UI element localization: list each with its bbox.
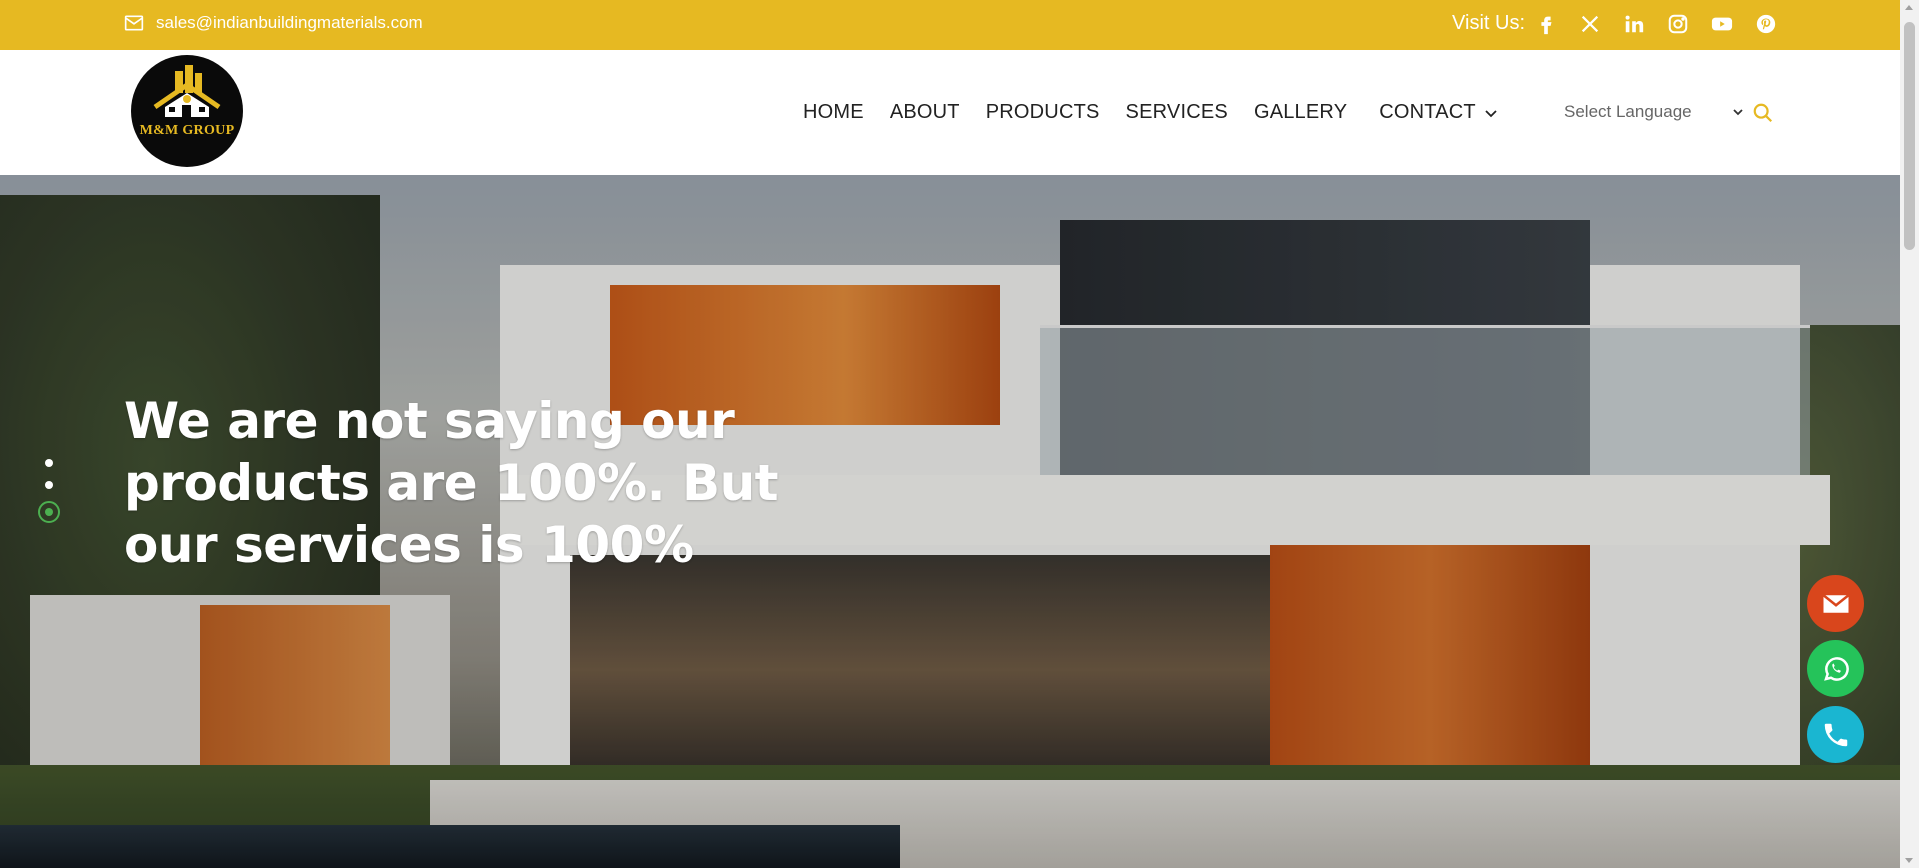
x-twitter-icon[interactable]: [1579, 12, 1601, 36]
floating-mail-button[interactable]: [1807, 575, 1864, 632]
slider-dot-2[interactable]: [45, 481, 53, 489]
nav-about[interactable]: ABOUT: [890, 101, 960, 124]
facebook-icon[interactable]: [1535, 12, 1557, 36]
slider-dot-3-active[interactable]: [38, 501, 60, 523]
hero-banner: We are not saying our products are 100%.…: [0, 175, 1900, 868]
hero-headline: We are not saying our products are 100%.…: [124, 392, 779, 574]
slider-pagination: [38, 459, 60, 523]
floating-phone-button[interactable]: [1807, 706, 1864, 763]
nav-gallery[interactable]: GALLERY: [1254, 101, 1347, 124]
whatsapp-icon: [1823, 656, 1849, 681]
email-link[interactable]: sales@indianbuildingmaterials.com: [124, 13, 423, 33]
linkedin-icon[interactable]: [1623, 12, 1645, 36]
logo-text: M&M GROUP: [139, 123, 235, 138]
envelope-icon: [124, 15, 144, 31]
pinterest-icon[interactable]: [1755, 12, 1777, 36]
language-select[interactable]: Select Language: [1564, 102, 1744, 122]
phone-icon: [1824, 723, 1847, 746]
page-scrollbar[interactable]: [1900, 0, 1919, 868]
nav-products[interactable]: PRODUCTS: [986, 101, 1100, 124]
site-logo[interactable]: M&M GROUP: [131, 55, 243, 167]
top-bar: sales@indianbuildingmaterials.com Visit …: [0, 0, 1900, 50]
main-nav: HOME ABOUT PRODUCTS SERVICES GALLERY CON…: [803, 101, 1498, 124]
social-links: [1535, 12, 1777, 36]
scrollbar-thumb[interactable]: [1904, 22, 1915, 250]
house-logo-icon: [153, 65, 221, 117]
slider-dot-1[interactable]: [45, 459, 53, 467]
scroll-down-arrow[interactable]: [1905, 858, 1913, 863]
nav-contact[interactable]: CONTACT: [1379, 101, 1498, 124]
nav-home[interactable]: HOME: [803, 101, 864, 124]
youtube-icon[interactable]: [1711, 12, 1733, 36]
email-text: sales@indianbuildingmaterials.com: [156, 13, 423, 32]
search-icon[interactable]: [1752, 102, 1774, 124]
chevron-down-icon: [1732, 109, 1743, 116]
language-select-label: Select Language: [1564, 102, 1692, 121]
nav-contact-label: CONTACT: [1379, 101, 1476, 123]
chevron-down-icon: [1485, 109, 1497, 117]
instagram-icon[interactable]: [1667, 12, 1689, 36]
visit-us-label: Visit Us:: [1452, 12, 1525, 34]
site-header: M&M GROUP HOME ABOUT PRODUCTS SERVICES G…: [0, 50, 1900, 175]
floating-whatsapp-button[interactable]: [1807, 640, 1864, 697]
scroll-up-arrow[interactable]: [1905, 5, 1913, 10]
nav-services[interactable]: SERVICES: [1126, 101, 1228, 124]
mail-icon: [1822, 593, 1849, 613]
